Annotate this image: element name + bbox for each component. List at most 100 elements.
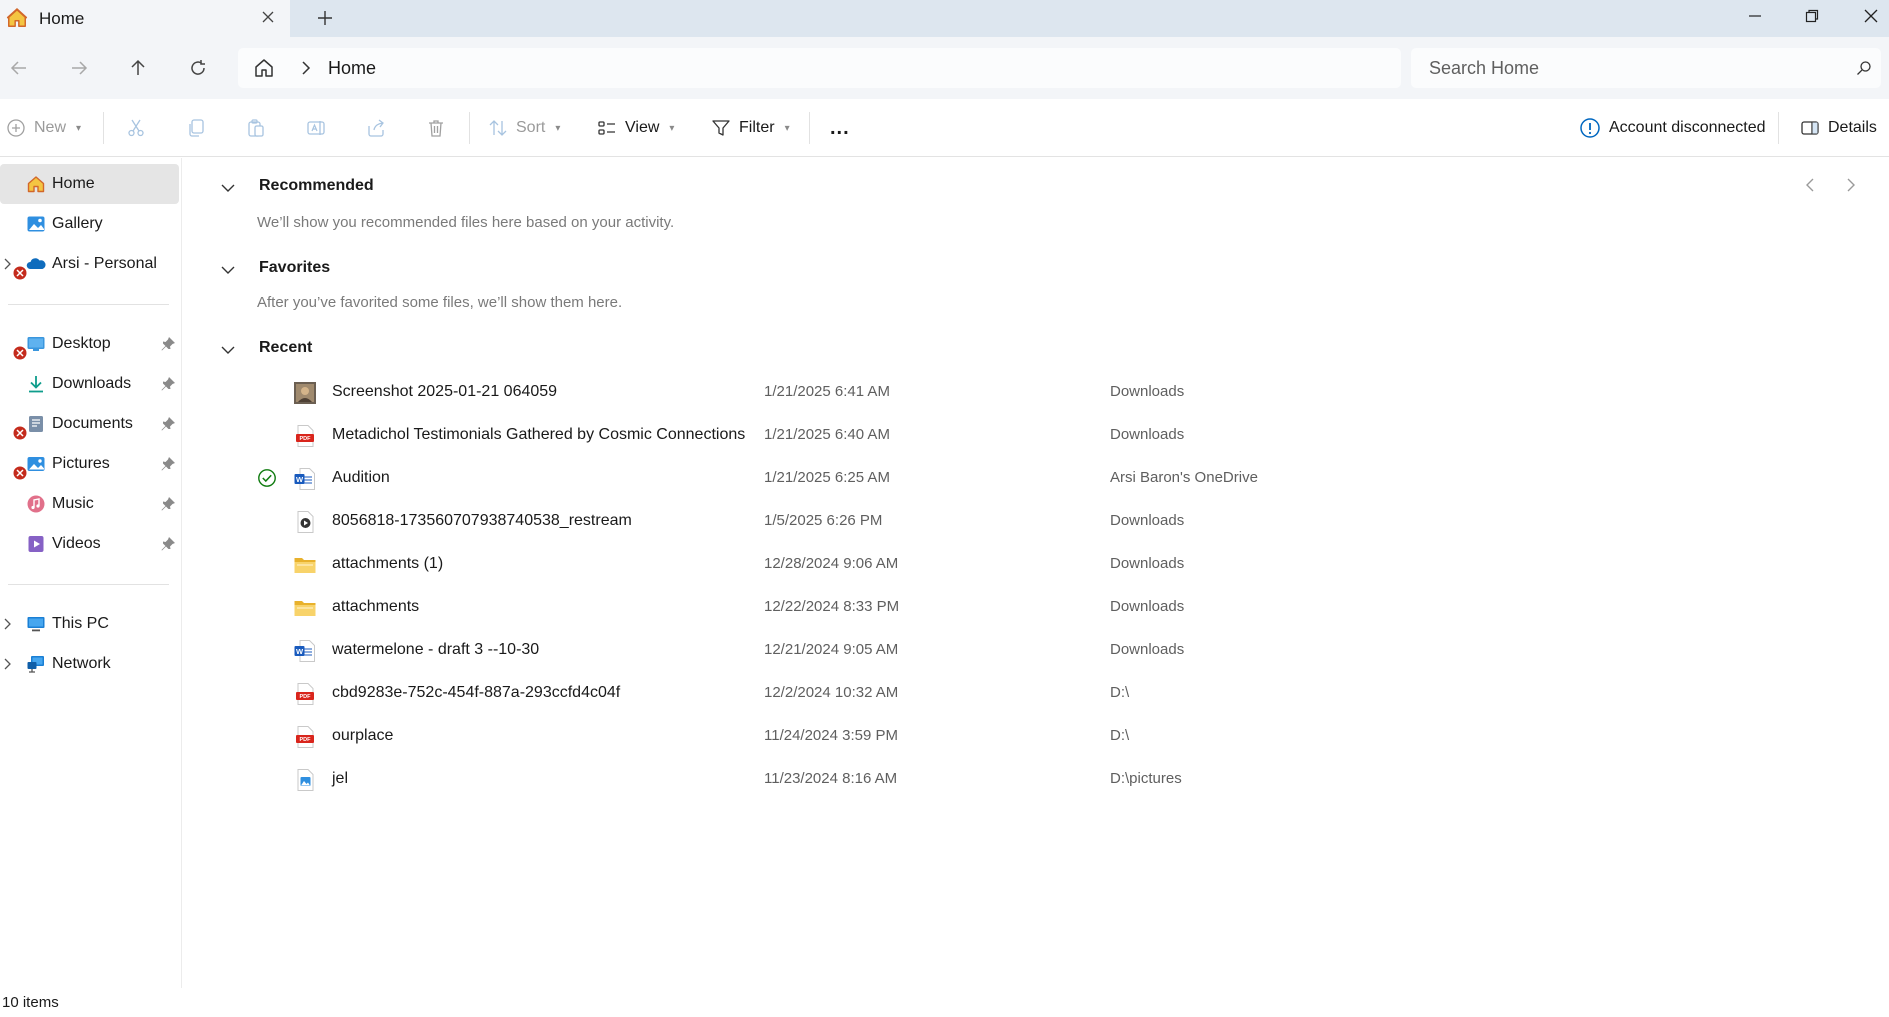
sidebar-item-videos[interactable]: Videos	[0, 524, 179, 564]
sidebar-item-music[interactable]: Music	[0, 484, 179, 524]
share-button[interactable]	[366, 99, 386, 157]
tab-home[interactable]: Home	[0, 0, 290, 37]
breadcrumb-home[interactable]: Home	[328, 58, 376, 79]
restore-button[interactable]	[1790, 2, 1834, 30]
file-name: attachments (1)	[332, 555, 444, 572]
video-file-icon	[297, 511, 314, 533]
more-options-button[interactable]: ...	[830, 99, 850, 157]
file-date: 1/21/2025 6:40 AM	[764, 426, 890, 443]
sidebar-item-documents[interactable]: Documents	[0, 404, 179, 444]
chevron-right-icon[interactable]	[2, 656, 14, 672]
pin-icon[interactable]	[160, 416, 176, 432]
chevron-down-icon: ▾	[669, 122, 675, 134]
file-name: jel	[332, 770, 349, 787]
file-row[interactable]: jel 11/23/2024 8:16 AM D:\pictures	[257, 759, 1817, 799]
chevron-right-icon[interactable]	[2, 616, 14, 632]
file-row[interactable]: PDF cbd9283e-752c-454f-887a-293ccfd4c04f…	[257, 673, 1817, 713]
sidebar-item-label: Videos	[52, 535, 101, 552]
sidebar-item-label: Pictures	[52, 455, 110, 472]
home-icon[interactable]	[252, 56, 276, 80]
view-button[interactable]: View ▾	[597, 99, 674, 157]
sidebar-item-onedrive[interactable]: Arsi - Personal	[0, 244, 179, 284]
copy-button[interactable]	[186, 99, 206, 157]
pin-icon[interactable]	[160, 496, 176, 512]
address-bar[interactable]: Home	[238, 48, 1401, 88]
details-pane-button[interactable]: Details	[1800, 99, 1877, 157]
sidebar-item-network[interactable]: Network	[0, 644, 179, 684]
file-row[interactable]: Screenshot 2025-01-21 064059 1/21/2025 6…	[257, 372, 1817, 412]
sidebar-item-gallery[interactable]: Gallery	[0, 204, 179, 244]
pin-icon[interactable]	[160, 376, 176, 392]
toolbar-divider	[809, 112, 810, 144]
pin-icon[interactable]	[160, 456, 176, 472]
sidebar-item-downloads[interactable]: Downloads	[0, 364, 179, 404]
download-arrow-icon	[29, 376, 43, 393]
pin-icon[interactable]	[160, 536, 176, 552]
delete-button[interactable]	[426, 99, 446, 157]
file-name: attachments	[332, 598, 420, 615]
sync-check-icon	[258, 469, 276, 487]
sidebar-item-pictures[interactable]: Pictures	[0, 444, 179, 484]
sidebar-item-desktop[interactable]: Desktop	[0, 324, 179, 364]
file-location: Downloads	[1110, 555, 1185, 572]
close-window-button[interactable]	[1849, 2, 1889, 30]
minimize-button[interactable]	[1733, 2, 1777, 30]
rename-button[interactable]	[306, 99, 326, 157]
chevron-right-icon[interactable]	[296, 58, 316, 78]
file-row[interactable]: W Audition 1/21/2025 6:25 AM Arsi Baron'…	[257, 458, 1817, 498]
carousel-previous-icon[interactable]	[1800, 175, 1820, 195]
sidebar-item-label: Documents	[52, 415, 133, 432]
section-description: We’ll show you recommended files here ba…	[257, 214, 675, 231]
account-status-button[interactable]: Account disconnected	[1579, 99, 1766, 157]
chevron-down-icon[interactable]	[219, 179, 237, 197]
pin-icon[interactable]	[160, 336, 176, 352]
main-content: Recommended We’ll show you recommended f…	[183, 158, 1889, 988]
section-description: After you’ve favorited some files, we’ll…	[257, 294, 623, 311]
file-name: ourplace	[332, 727, 394, 744]
file-location: D:\pictures	[1110, 770, 1182, 787]
search-input[interactable]: Search Home	[1429, 58, 1539, 79]
computer-icon	[27, 617, 45, 632]
back-button[interactable]	[4, 53, 34, 83]
file-date: 1/5/2025 6:26 PM	[764, 512, 883, 529]
carousel-next-icon[interactable]	[1841, 175, 1861, 195]
file-row[interactable]: PDF ourplace 11/24/2024 3:59 PM D:\	[257, 716, 1817, 756]
details-pane-icon	[1801, 121, 1819, 135]
file-row[interactable]: 8056818-173560707938740538_restream 1/5/…	[257, 501, 1817, 541]
chevron-down-icon[interactable]	[219, 341, 237, 359]
cut-button[interactable]	[126, 99, 146, 157]
close-icon	[1864, 9, 1878, 23]
new-tab-icon[interactable]	[313, 6, 337, 30]
word-file-icon: W	[294, 468, 315, 490]
file-row[interactable]: attachments (1) 12/28/2024 9:06 AM Downl…	[257, 544, 1817, 584]
close-tab-icon[interactable]	[258, 7, 278, 27]
chevron-down-icon[interactable]	[219, 261, 237, 279]
new-button[interactable]: New ▾	[6, 99, 81, 157]
file-date: 11/23/2024 8:16 AM	[764, 770, 898, 787]
sort-button[interactable]: Sort ▾	[488, 99, 560, 157]
new-label: New	[34, 119, 67, 136]
item-count: 10 items	[2, 994, 59, 1011]
plus-circle-icon	[7, 119, 25, 137]
file-name: Metadichol Testimonials Gathered by Cosm…	[332, 426, 746, 443]
search-box[interactable]: Search Home	[1411, 48, 1881, 88]
forward-button[interactable]	[64, 53, 94, 83]
paste-button[interactable]	[246, 99, 266, 157]
svg-text:PDF: PDF	[300, 694, 312, 700]
sidebar-item-home[interactable]: Home	[0, 164, 179, 204]
navigation-pane: Home Gallery Arsi - Personal Desktop Dow…	[0, 158, 182, 988]
network-icon	[27, 656, 44, 673]
command-bar: New ▾ Sort ▾ View ▾ Filter ▾ ... Account dis…	[0, 99, 1889, 157]
file-row[interactable]: attachments 12/22/2024 8:33 PM Downloads	[257, 587, 1817, 627]
search-icon[interactable]	[1856, 60, 1872, 76]
file-row[interactable]: PDF Metadichol Testimonials Gathered by …	[257, 415, 1817, 455]
refresh-button[interactable]	[183, 53, 213, 83]
sidebar-item-this-pc[interactable]: This PC	[0, 604, 179, 644]
file-row[interactable]: W watermelone - draft 3 --10-30 12/21/20…	[257, 630, 1817, 670]
filter-button[interactable]: Filter ▾	[711, 99, 790, 157]
paste-icon	[248, 119, 264, 137]
folder-icon	[294, 558, 316, 573]
rename-icon	[307, 121, 325, 135]
sidebar-item-label: Arsi - Personal	[52, 255, 157, 272]
up-button[interactable]	[123, 53, 153, 83]
